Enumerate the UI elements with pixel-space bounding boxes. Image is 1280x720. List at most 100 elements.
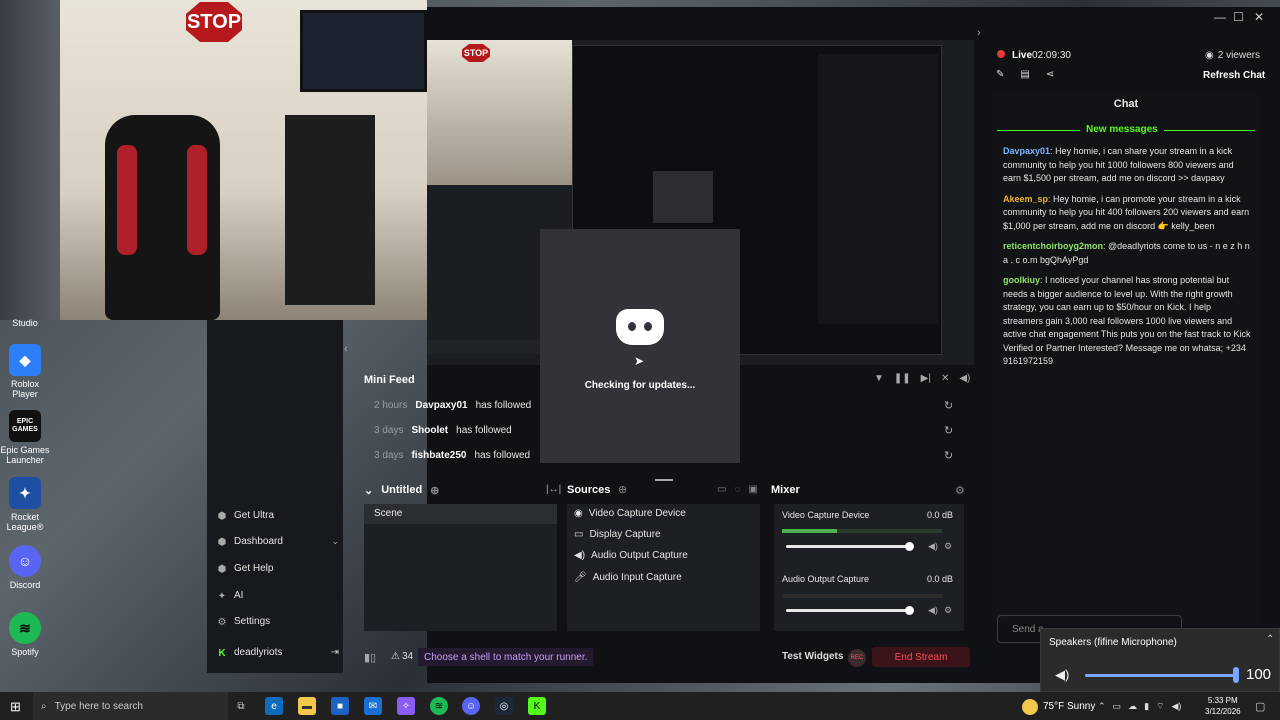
group-icon[interactable]: ◌ xyxy=(734,484,740,495)
desktop-icon-epic-games[interactable]: EPIC GAMES Epic Games Launcher xyxy=(0,410,50,465)
source-item[interactable]: ◀) Audio Output Capture xyxy=(574,550,688,561)
sidebar-user[interactable]: Kdeadlyriots ⇥ xyxy=(217,647,339,659)
clipboard-icon[interactable]: ▤ xyxy=(1020,69,1029,80)
volume-icon[interactable]: ◀) xyxy=(959,373,970,384)
kick-logo-icon: K xyxy=(218,647,226,659)
drag-handle[interactable] xyxy=(655,479,673,481)
scene-transition-icon[interactable]: |↔| xyxy=(546,484,561,495)
chat-panel: Chat New messages Davpaxy01: Hey homie, … xyxy=(992,93,1260,643)
sources-controls: ▭ ◌ ▣ xyxy=(717,484,758,495)
system-volume-slider[interactable] xyxy=(1085,674,1237,677)
sidebar-item-get-help[interactable]: ⬢ Get Help xyxy=(217,563,274,575)
volume-slider[interactable] xyxy=(786,545,910,548)
end-stream-button[interactable]: End Stream xyxy=(872,647,970,667)
volume-slider[interactable] xyxy=(786,609,910,612)
skip-icon[interactable]: ▶| xyxy=(921,373,931,384)
task-view-icon[interactable]: ⧉ xyxy=(232,697,250,715)
replay-icon[interactable]: ↻ xyxy=(944,399,953,412)
edge-icon[interactable]: e xyxy=(265,697,283,715)
chevron-up-icon[interactable]: ⌃ xyxy=(1266,634,1274,645)
desktop-icon-rocket-league[interactable]: ✦ Rocket League® xyxy=(0,477,50,532)
sidebar-item-get-ultra[interactable]: ⬢ Get Ultra xyxy=(217,510,274,522)
kick-studio-icon[interactable]: K xyxy=(528,697,546,715)
copilot-icon[interactable]: ✧ xyxy=(397,697,415,715)
speaker-icon[interactable]: ◀) xyxy=(928,541,938,552)
mic-icon: 🎤︎ xyxy=(574,572,587,583)
mail-icon[interactable]: ✉ xyxy=(364,697,382,715)
preview-discord-mirror xyxy=(653,171,713,223)
record-button[interactable]: REC xyxy=(848,649,866,667)
chevron-up-icon[interactable]: ⌃ xyxy=(1098,701,1106,712)
desktop-icon-spotify[interactable]: ≋ Spotify xyxy=(0,612,50,657)
eye-icon: ◉ xyxy=(1205,50,1214,61)
steam-icon[interactable]: ◎ xyxy=(495,697,513,715)
chevron-left-icon[interactable]: ‹ xyxy=(344,343,348,355)
test-widgets-button[interactable]: Test Widgets xyxy=(782,651,843,662)
stats-icon[interactable]: ▮▯ xyxy=(364,651,376,664)
source-item[interactable]: ▭ Display Capture xyxy=(574,529,661,540)
pencil-icon[interactable]: ✎ xyxy=(996,69,1004,80)
refresh-chat-button[interactable]: Refresh Chat xyxy=(1203,70,1265,81)
replay-icon[interactable]: ↻ xyxy=(944,424,953,437)
speaker-icon[interactable]: ◀) xyxy=(928,605,938,616)
mute-alerts-icon[interactable]: ✕ xyxy=(941,373,949,384)
cloud-icon[interactable]: ☁ xyxy=(1128,701,1137,712)
alerts-counter[interactable]: ⚠ 34 xyxy=(391,651,413,662)
discord-icon: ☺ xyxy=(9,545,41,577)
gear-icon[interactable]: ⚙ xyxy=(944,541,952,552)
desktop-icon-roblox[interactable]: ◆ Roblox Player xyxy=(0,344,50,399)
maximize-icon[interactable]: ☐ xyxy=(1233,10,1244,24)
mixer-panel: Video Capture Device 0.0 dB ◀) ⚙ Audio O… xyxy=(774,504,964,631)
network-icon[interactable]: ▭ xyxy=(1113,701,1122,712)
sidebar-item-settings[interactable]: ⚙ Settings xyxy=(217,616,271,628)
tip-banner[interactable]: Choose a shell to match your runner. xyxy=(418,648,594,666)
pause-icon[interactable]: ❚❚ xyxy=(894,373,911,384)
live-indicator-icon xyxy=(997,50,1005,58)
chevron-down-icon[interactable]: ⌄ xyxy=(364,484,373,497)
close-icon[interactable]: ✕ xyxy=(1254,10,1264,24)
file-explorer-icon[interactable]: ▬ xyxy=(298,697,316,715)
desktop-icon-studio[interactable]: Studio xyxy=(0,318,50,328)
roblox-icon: ◆ xyxy=(9,344,41,376)
volume-icon[interactable]: ◀) xyxy=(1171,701,1181,712)
speaker-icon[interactable]: ◀) xyxy=(1055,667,1069,683)
chevron-right-icon[interactable]: › xyxy=(977,27,981,39)
windows-start-icon[interactable]: ⊞ xyxy=(10,699,21,715)
gear-icon[interactable]: ⚙ xyxy=(944,605,952,616)
mixer-settings-icon[interactable]: ⚙ xyxy=(955,484,965,497)
clock[interactable]: 5:33 PM 3/12/2026 xyxy=(1205,695,1241,717)
feed-row: 3 days Shoolet has followed xyxy=(374,425,512,436)
sidebar-item-ai[interactable]: ✦ AI xyxy=(217,590,244,602)
speaker-icon: ◀) xyxy=(574,550,586,561)
mixer-channel-db: 0.0 dB xyxy=(927,574,954,584)
feed-row: 3 days fishbate250 has followed xyxy=(374,450,531,461)
share-icon[interactable]: ⋖ xyxy=(1046,69,1054,80)
minimize-icon[interactable]: — xyxy=(1214,10,1226,24)
volume-flyout: Speakers (fifine Microphone) ⌃ ◀) 100 xyxy=(1040,628,1280,692)
discord-taskbar-icon[interactable]: ☺ xyxy=(462,697,480,715)
sidebar-item-dashboard[interactable]: ⬢ Dashboard ⌄ xyxy=(217,536,339,548)
scene-item[interactable]: Scene xyxy=(364,504,557,524)
chat-message: goolkiuy: I noticed your channel has str… xyxy=(1003,275,1251,366)
wifi-icon[interactable]: ⌔ xyxy=(1156,701,1164,712)
desktop-icon-discord[interactable]: ☺ Discord xyxy=(0,545,50,590)
add-scene-icon[interactable]: ⊕ xyxy=(430,484,439,497)
filter-icon[interactable]: ▼ xyxy=(874,373,884,384)
chat-title: Chat xyxy=(1113,98,1139,110)
system-volume-knob[interactable] xyxy=(1233,667,1239,683)
weather-text[interactable]: 75°F Sunny xyxy=(1043,701,1095,712)
add-source-icon[interactable]: ⊕ xyxy=(618,483,627,496)
source-item[interactable]: ◉ Video Capture Device xyxy=(574,508,686,519)
spotify-taskbar-icon[interactable]: ≋ xyxy=(430,697,448,715)
replay-icon[interactable]: ↻ xyxy=(944,449,953,462)
logout-icon[interactable]: ⇥ xyxy=(331,647,339,658)
store-icon[interactable]: ■ xyxy=(331,697,349,715)
notification-icon[interactable]: ▢ xyxy=(1255,700,1265,713)
battery-icon[interactable]: ▮ xyxy=(1144,701,1149,712)
screen-icon[interactable]: ▭ xyxy=(717,484,726,495)
image-icon[interactable]: ▣ xyxy=(748,484,757,495)
volume-knob[interactable] xyxy=(905,542,914,551)
source-item[interactable]: 🎤︎ Audio Input Capture xyxy=(574,572,682,583)
taskbar-search[interactable]: ⌕ Type here to search xyxy=(33,692,228,720)
volume-knob[interactable] xyxy=(905,606,914,615)
